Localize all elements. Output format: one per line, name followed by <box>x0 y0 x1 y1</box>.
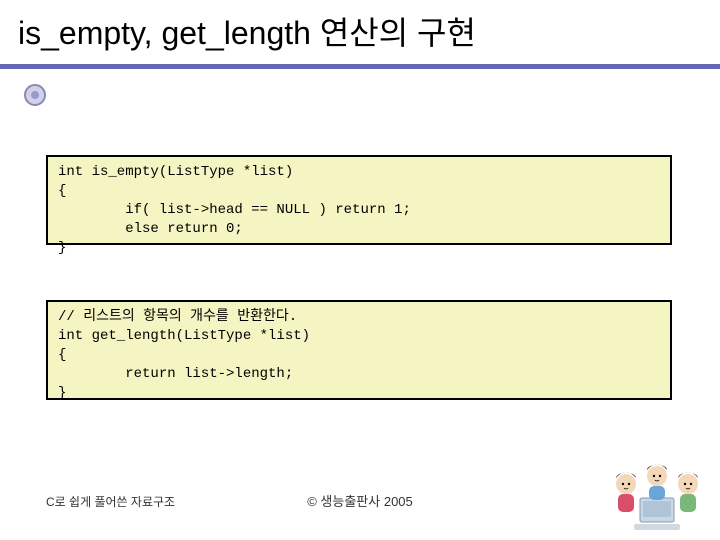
slide-title: is_empty, get_length 연산의 구현 <box>18 8 702 54</box>
code-block-is-empty: int is_empty(ListType *list) { if( list-… <box>46 155 672 245</box>
code-block-get-length: // 리스트의 항목의 개수를 반환한다. int get_length(Lis… <box>46 300 672 400</box>
title-area: is_empty, get_length 연산의 구현 <box>0 0 720 58</box>
title-underline <box>0 64 720 69</box>
footer-copyright: © 생능출판사 2005 <box>307 491 413 510</box>
children-computer-illustration <box>602 454 712 534</box>
footer-left-text: C로 쉽게 풀어쓴 자료구조 <box>46 493 175 510</box>
bullet-icon <box>24 84 46 106</box>
